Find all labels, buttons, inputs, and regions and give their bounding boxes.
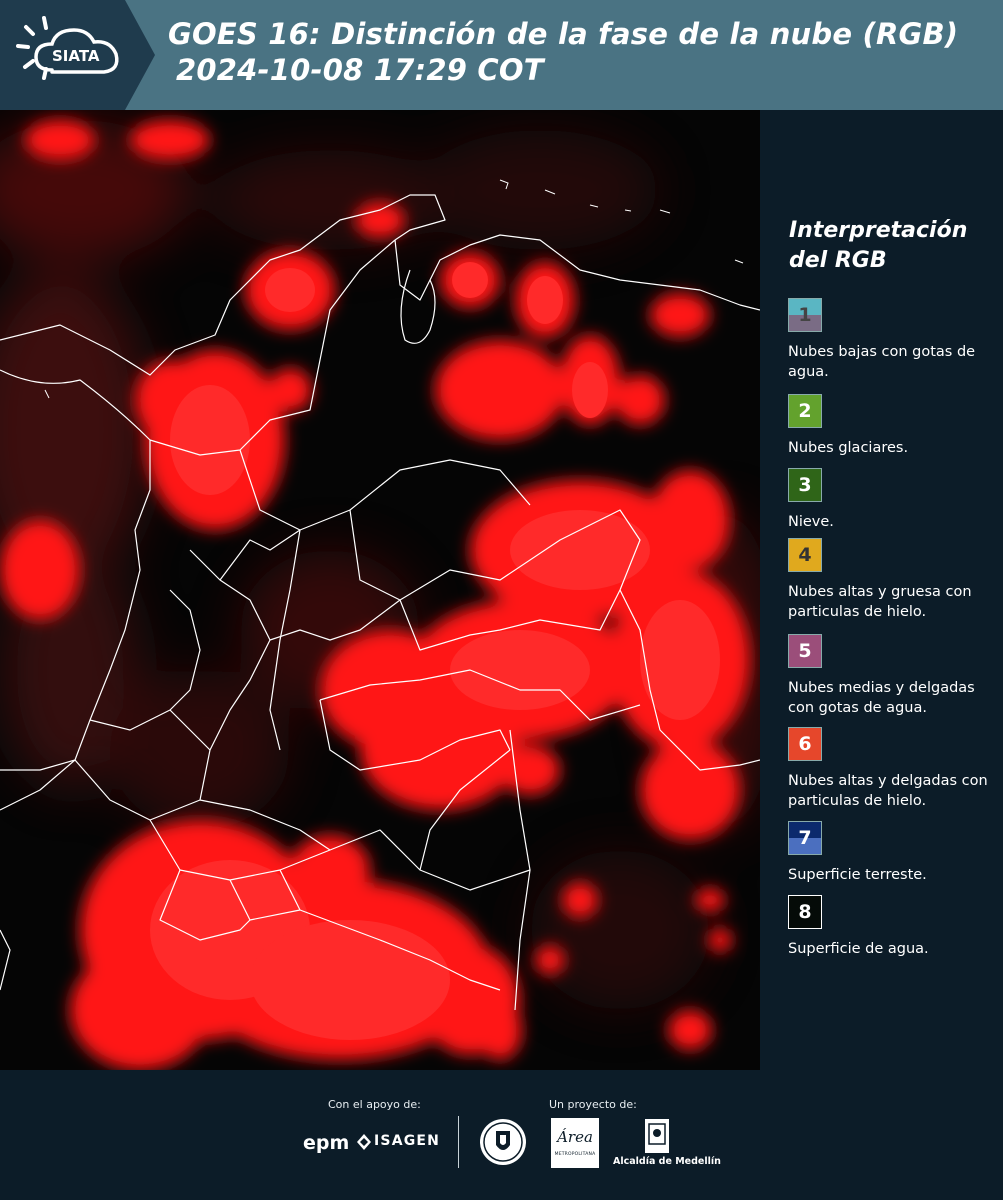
seal-logo[interactable] <box>478 1117 528 1167</box>
legend-swatch-3: 3 <box>788 468 822 502</box>
legend-number: 6 <box>798 733 812 755</box>
legend-number: 1 <box>798 304 812 326</box>
epm-logo[interactable]: epm <box>303 1132 349 1154</box>
legend-number: 5 <box>798 640 812 662</box>
page-title: GOES 16: Distinción de la fase de la nub… <box>168 16 958 88</box>
legend-panel: Interpretación del RGB 1 Nubes bajas con… <box>762 110 1003 1070</box>
legend-label: Superficie de agua. <box>788 941 929 957</box>
alcaldia-shield-icon[interactable] <box>644 1118 670 1154</box>
legend-swatch-4: 4 <box>788 538 822 572</box>
logo-text: SIATA <box>52 47 100 65</box>
legend-item-1: 1 Nubes bajas con gotas de agua. <box>788 298 998 382</box>
legend-item-5: 5 Nubes medias y delgadas con gotas de a… <box>788 634 998 718</box>
satellite-map[interactable] <box>0 110 760 1070</box>
legend-swatch-2: 2 <box>788 394 822 428</box>
area-subtext: METROPOLITANA <box>554 1152 596 1157</box>
header-bar: SIATA GOES 16: Distinción de la fase de … <box>0 0 1003 110</box>
legend-number: 7 <box>798 827 812 849</box>
legend-label: Nubes altas y gruesa con particulas de h… <box>788 584 972 620</box>
legend-title: Interpretación del RGB <box>789 218 968 273</box>
legend-swatch-8: 8 <box>788 895 822 929</box>
legend-number: 2 <box>798 400 812 422</box>
support-label: Con el apoyo de: <box>328 1098 421 1111</box>
alcaldia-label: Alcaldía de Medellín <box>613 1156 721 1167</box>
legend-swatch-1: 1 <box>788 298 822 332</box>
footer-divider <box>458 1116 459 1168</box>
legend-label: Nubes glaciares. <box>788 440 909 456</box>
project-label: Un proyecto de: <box>549 1098 637 1111</box>
isagen-logo[interactable]: ISAGEN <box>374 1133 440 1149</box>
legend-item-3: 3 Nieve. <box>788 468 998 532</box>
legend-label: Nubes medias y delgadas con gotas de agu… <box>788 680 975 716</box>
legend-item-7: 7 Superficie terreste. <box>788 821 998 885</box>
legend-label: Nubes bajas con gotas de agua. <box>788 344 976 380</box>
isagen-icon <box>357 1134 371 1150</box>
legend-swatch-5: 5 <box>788 634 822 668</box>
legend-number: 4 <box>798 544 812 566</box>
title-line-1: GOES 16: Distinción de la fase de la nub… <box>168 17 959 51</box>
legend-swatch-6: 6 <box>788 727 822 761</box>
area-metropolitana-logo[interactable]: Área METROPOLITANA <box>551 1118 599 1168</box>
logo-band-shape: SIATA <box>0 0 155 110</box>
legend-item-4: 4 Nubes altas y gruesa con particulas de… <box>788 538 998 622</box>
legend-label: Nubes altas y delgadas con particulas de… <box>788 773 988 809</box>
legend-item-8: 8 Superficie de agua. <box>788 895 998 959</box>
title-line-2: 2024-10-08 17:29 COT <box>176 53 544 87</box>
legend-number: 3 <box>798 474 812 496</box>
legend-swatch-7: 7 <box>788 821 822 855</box>
satellite-image <box>0 110 760 1070</box>
legend-item-6: 6 Nubes altas y delgadas con particulas … <box>788 727 998 811</box>
legend-label: Nieve. <box>788 514 834 530</box>
legend-number: 8 <box>798 901 812 923</box>
footer: Con el apoyo de: Un proyecto de: epm ISA… <box>0 1070 1003 1200</box>
area-text: Área <box>557 1128 593 1146</box>
legend-label: Superficie terreste. <box>788 867 927 883</box>
legend-item-2: 2 Nubes glaciares. <box>788 394 998 458</box>
siata-logo[interactable]: SIATA <box>0 0 155 110</box>
